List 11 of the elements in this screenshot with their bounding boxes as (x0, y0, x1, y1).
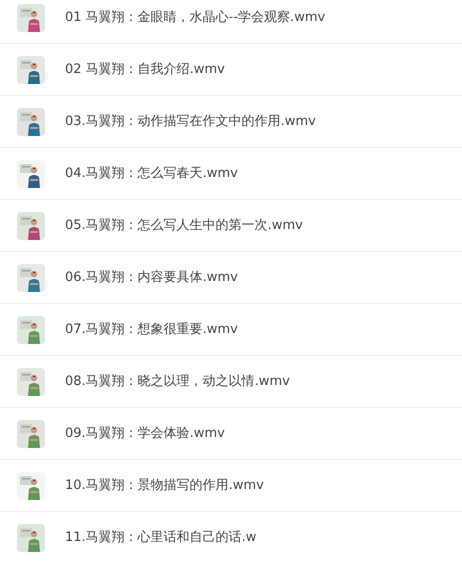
file-name[interactable]: 09.马翼翔：学会体验.wmv (65, 424, 225, 444)
file-name[interactable]: 10.马翼翔：景物描写的作用.wmv (65, 476, 264, 496)
file-name[interactable]: 06.马翼翔：内容要具体.wmv (65, 268, 238, 288)
file-name[interactable]: 07.马翼翔：想象很重要.wmv (65, 320, 238, 340)
file-name[interactable]: 05.马翼翔：怎么写人生中的第一次.wmv (65, 216, 303, 236)
file-name[interactable]: 02 马翼翔：自我介绍.wmv (65, 60, 225, 80)
file-name[interactable]: 03.马翼翔：动作描写在作文中的作用.wmv (65, 112, 316, 132)
file-name[interactable]: 08.马翼翔：晓之以理，动之以情.wmv (65, 372, 290, 392)
file-name[interactable]: 04.马翼翔：怎么写春天.wmv (65, 164, 238, 184)
file-name[interactable]: 01 马翼翔：金眼睛，水晶心--学会观察.wmv (65, 8, 326, 28)
file-name[interactable]: 11.马翼翔：心里话和自己的话.w (65, 528, 256, 548)
